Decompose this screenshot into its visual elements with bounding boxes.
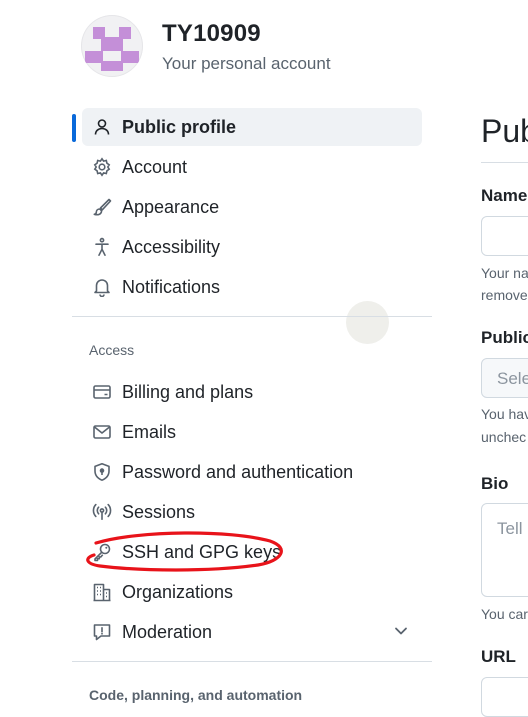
organization-icon — [91, 581, 113, 603]
sidebar-item-appearance[interactable]: Appearance — [82, 188, 422, 226]
account-subtitle: Your personal account — [162, 54, 331, 73]
name-field[interactable] — [481, 216, 528, 256]
sidebar-item-label: Organizations — [122, 581, 234, 602]
mail-icon — [91, 421, 113, 443]
sidebar-item-billing[interactable]: Billing and plans — [82, 373, 422, 411]
section-heading-code-planning: Code, planning, and automation — [89, 687, 303, 703]
url-field[interactable] — [481, 677, 528, 717]
sidebar-item-organizations[interactable]: Organizations — [82, 573, 422, 611]
account-name[interactable]: TY10909 — [162, 20, 261, 48]
sidebar-item-label: Billing and plans — [122, 381, 254, 402]
sidebar-item-label: Public profile — [122, 116, 237, 137]
name-label: Name — [481, 186, 528, 205]
sidebar-item-ssh-gpg-keys[interactable]: SSH and GPG keys — [82, 533, 422, 571]
public-email-select-value: Sele — [497, 369, 528, 388]
bio-label: Bio — [481, 474, 509, 493]
title-divider — [481, 162, 528, 163]
sidebar-item-accessibility[interactable]: Accessibility — [82, 228, 422, 266]
sidebar-item-label: SSH and GPG keys — [122, 541, 282, 562]
sidebar-item-label: Emails — [122, 421, 177, 442]
paintbrush-icon — [91, 196, 113, 218]
sidebar-divider — [72, 316, 432, 317]
report-icon — [91, 621, 113, 643]
broadcast-icon — [91, 501, 113, 523]
accessibility-icon — [91, 236, 113, 258]
credit-card-icon — [91, 381, 113, 403]
key-icon — [91, 541, 113, 563]
sidebar-item-account[interactable]: Account — [82, 148, 422, 186]
bell-icon — [91, 276, 113, 298]
sidebar-divider — [72, 661, 432, 662]
bio-textarea[interactable] — [481, 503, 528, 597]
sidebar-item-label: Account — [122, 156, 188, 177]
url-label: URL — [481, 647, 516, 666]
avatar[interactable] — [81, 15, 143, 77]
sidebar-item-label: Password and authentication — [122, 461, 354, 482]
active-indicator — [72, 114, 76, 142]
sidebar-item-sessions[interactable]: Sessions — [82, 493, 422, 531]
page-title: Publ — [481, 113, 528, 149]
bio-help: You car — [481, 606, 528, 622]
sidebar-item-moderation[interactable]: Moderation — [82, 613, 422, 651]
chevron-down-icon[interactable] — [392, 622, 410, 640]
bio-placeholder: Tell — [497, 519, 523, 538]
shield-lock-icon — [91, 461, 113, 483]
name-help-line-2: remove — [481, 287, 528, 303]
sidebar-item-password-authentication[interactable]: Password and authentication — [82, 453, 422, 491]
gear-icon — [91, 156, 113, 178]
sidebar-item-public-profile[interactable]: Public profile — [82, 108, 422, 146]
sidebar-item-label: Sessions — [122, 501, 196, 522]
sidebar-item-label: Notifications — [122, 276, 221, 297]
person-icon — [91, 116, 113, 138]
sidebar-item-emails[interactable]: Emails — [82, 413, 422, 451]
public-email-label: Public — [481, 328, 528, 347]
cursor-highlight — [346, 301, 389, 344]
email-help-line-1: You hav — [481, 406, 528, 422]
name-help-line-1: Your na — [481, 265, 528, 281]
email-help-line-2: unchec — [481, 429, 527, 445]
section-heading-access: Access — [89, 342, 135, 358]
sidebar-item-label: Appearance — [122, 196, 220, 217]
sidebar-item-label: Moderation — [122, 621, 213, 642]
sidebar-item-label: Accessibility — [122, 236, 221, 257]
